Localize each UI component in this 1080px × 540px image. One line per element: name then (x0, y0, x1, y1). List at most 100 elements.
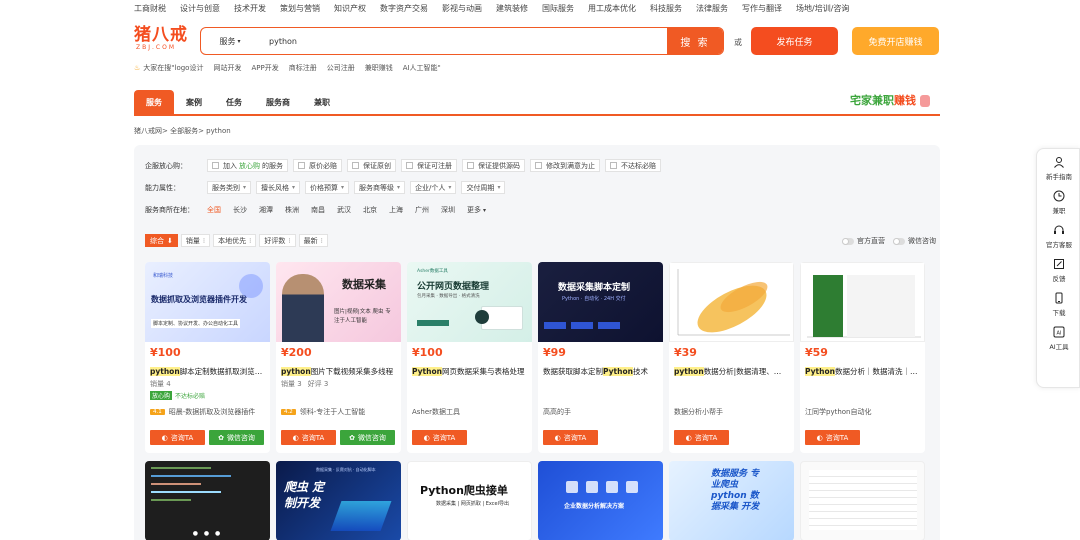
hotword[interactable]: APP开发 (251, 63, 278, 73)
location-more[interactable]: 更多 ▾ (467, 205, 486, 215)
hotword[interactable]: 公司注册 (327, 63, 355, 73)
ability-dropdown[interactable]: 服务商等级 ▾ (354, 181, 406, 194)
topnav-item[interactable]: 写作与翻译 (742, 3, 782, 14)
sidebar-item-download[interactable]: 下载 (1037, 291, 1080, 317)
topnav-item[interactable]: 国际服务 (542, 3, 574, 14)
guarantee-checkbox[interactable]: 保证可注册 (401, 159, 457, 172)
topnav-item[interactable]: 影视与动画 (442, 3, 482, 14)
site-logo[interactable]: 猪八戒 ZBJ.COM (134, 26, 188, 51)
location-option[interactable]: 上海 (389, 205, 403, 215)
ability-dropdown[interactable]: 服务类别 ▾ (207, 181, 252, 194)
tab-tasks[interactable]: 任务 (214, 90, 254, 114)
hotword[interactable]: 网站开发 (213, 63, 241, 73)
search-input[interactable] (259, 28, 667, 54)
service-card-preview[interactable]: Python爬虫接单 数据采集 | 网页抓取 | Excel导出 (407, 461, 532, 540)
topnav-item[interactable]: 技术开发 (234, 3, 266, 14)
topnav-item[interactable]: 科技服务 (650, 3, 682, 14)
location-option[interactable]: 武汉 (337, 205, 351, 215)
wechat-toggle[interactable]: 微信咨询 (893, 236, 936, 246)
sort-rating[interactable]: 好评数 ⁞ (259, 234, 296, 247)
hotword[interactable]: 商标注册 (289, 63, 317, 73)
location-option[interactable]: 湘潭 (259, 205, 273, 215)
sort-default[interactable]: 综合 ⬇ (145, 234, 178, 247)
sort-newest[interactable]: 最新 ⁞ (298, 234, 328, 247)
location-option[interactable]: 长沙 (233, 205, 247, 215)
topnav-item[interactable]: 用工成本优化 (588, 3, 636, 14)
card-title[interactable]: 数据获取脚本定制Python技术 (543, 366, 657, 377)
guarantee-checkbox[interactable]: 原价必赔 (293, 159, 342, 172)
card-title[interactable]: python图片下载视频采集多线程 (281, 366, 395, 377)
search-button[interactable]: 搜 索 (667, 28, 723, 54)
tab-cases[interactable]: 案例 (174, 90, 214, 114)
ability-dropdown[interactable]: 交付周期 ▾ (461, 181, 506, 194)
ability-dropdown[interactable]: 价格预算 ▾ (305, 181, 350, 194)
service-card[interactable]: ¥39 python数据分析|数据清理、可视化 数据分析小帮手 ◐ 咨询TA (669, 262, 794, 453)
topnav-item[interactable]: 法律服务 (696, 3, 728, 14)
card-title[interactable]: Python网页数据采集与表格处理 (412, 366, 526, 377)
service-card[interactable]: 数据采集脚本定制 Python · 自动化 · 24H 交付 ¥99 数据获取脚… (538, 262, 663, 453)
guarantee-checkbox[interactable]: 加入 放心购 的服务 (207, 159, 288, 172)
hotword[interactable]: AI人工智能" (403, 63, 441, 73)
service-card-preview[interactable]: 企业数据分析解决方案 (538, 461, 663, 540)
guarantee-checkbox[interactable]: 不达标必赔 (605, 159, 661, 172)
ability-dropdown[interactable]: 企业/个人 ▾ (410, 181, 457, 194)
location-option[interactable]: 深圳 (441, 205, 455, 215)
consult-button[interactable]: ◐ 咨询TA (543, 430, 598, 445)
location-option[interactable]: 南昌 (311, 205, 325, 215)
guarantee-checkbox[interactable]: 保证原创 (347, 159, 396, 172)
service-card-preview[interactable]: 数据服务 专业爬虫 python 数据采集 开发 (669, 461, 794, 540)
service-card-preview[interactable] (800, 461, 925, 540)
tab-providers[interactable]: 服务商 (254, 90, 302, 114)
hotword[interactable]: 兼职赚钱 (365, 63, 393, 73)
guarantee-checkbox[interactable]: 保证提供源码 (462, 159, 525, 172)
card-shop[interactable]: 4.2 领科-专注于人工智能 (281, 407, 395, 417)
card-shop[interactable]: Asher数据工具 (412, 407, 526, 417)
consult-button[interactable]: ◐ 咨询TA (150, 430, 205, 445)
service-card[interactable]: Asher数据工具 公开网页数据整理 包月采集 · 数据导出 · 格式清洗 ¥1… (407, 262, 532, 453)
topnav-item[interactable]: 数字资产交易 (380, 3, 428, 14)
tab-services[interactable]: 服务 (134, 90, 174, 114)
location-option[interactable]: 广州 (415, 205, 429, 215)
location-option[interactable]: 全国 (207, 205, 221, 215)
search-category-select[interactable]: 服务 ▾ (201, 28, 259, 54)
card-shop[interactable]: 江同学python自动化 (805, 407, 919, 417)
service-card[interactable]: ¥59 Python数据分析｜数据清洗｜可视化 江同学python自动化 ◐咨询… (800, 262, 925, 453)
guarantee-checkbox[interactable]: 修改到满意为止 (530, 159, 600, 172)
card-title[interactable]: Python数据分析｜数据清洗｜可视化 (805, 366, 919, 377)
topnav-item[interactable]: 知识产权 (334, 3, 366, 14)
topnav-item[interactable]: 工商财税 (134, 3, 166, 14)
breadcrumb[interactable]: 猪八戒网> 全部服务> python (134, 126, 231, 136)
card-title[interactable]: python数据分析|数据清理、可视化 (674, 366, 788, 377)
consult-button[interactable]: ◐ 咨询TA (281, 430, 336, 445)
service-card[interactable]: 数据采集 图片|视频|文本 爬虫 专注于人工智能 ¥200 python图片下载… (276, 262, 401, 453)
publish-task-button[interactable]: 发布任务 (751, 27, 838, 55)
topnav-item[interactable]: 建筑装修 (496, 3, 528, 14)
location-option[interactable]: 北京 (363, 205, 377, 215)
open-shop-button[interactable]: 免费开店赚钱 (852, 27, 939, 55)
wechat-consult-button[interactable]: ✿ 微信咨询 (209, 430, 264, 445)
tab-parttime[interactable]: 兼职 (302, 90, 342, 114)
card-shop[interactable]: 数据分析小帮手 (674, 407, 788, 417)
consult-button[interactable]: ◐ 咨询TA (412, 430, 467, 445)
card-title[interactable]: python脚本定制数据抓取浏览器插件开发 (150, 366, 264, 377)
service-card-preview[interactable]: 爬虫 定制开发 数据采集 · 反爬对抗 · 自动化脚本 (276, 461, 401, 540)
official-toggle[interactable]: 官方直营 (842, 236, 885, 246)
parttime-promo-banner[interactable]: 宅家兼职赚钱 (850, 92, 930, 108)
topnav-item[interactable]: 场地/培训/咨询 (796, 3, 849, 14)
sidebar-item-feedback[interactable]: 反馈 (1037, 257, 1080, 283)
sort-local[interactable]: 本地优先 ⁞ (213, 234, 257, 247)
ability-dropdown[interactable]: 擅长风格 ▾ (256, 181, 301, 194)
sidebar-item-ai-tools[interactable]: AI AI工具 (1037, 325, 1080, 351)
sidebar-item-parttime[interactable]: 兼职 (1037, 189, 1080, 215)
consult-button[interactable]: ◐ 咨询TA (805, 430, 860, 445)
hotword[interactable]: 大家在搜"logo设计 (143, 63, 203, 73)
service-card[interactable]: 和瑞科技 数据抓取及浏览器插件开发 脚本定制、协议开发、办公自动化工具 ¥100… (145, 262, 270, 453)
topnav-item[interactable]: 策划与营销 (280, 3, 320, 14)
wechat-consult-button[interactable]: ✿ 微信咨询 (340, 430, 395, 445)
consult-button[interactable]: ◐ 咨询TA (674, 430, 729, 445)
card-shop[interactable]: 4.1 昭晨-数据抓取及浏览器插件 (150, 407, 264, 417)
sidebar-item-support[interactable]: 官方客服 (1037, 223, 1080, 249)
topnav-item[interactable]: 设计与创意 (180, 3, 220, 14)
sidebar-item-guide[interactable]: 新手指南 (1037, 155, 1080, 181)
card-shop[interactable]: 高高的手 (543, 407, 657, 417)
